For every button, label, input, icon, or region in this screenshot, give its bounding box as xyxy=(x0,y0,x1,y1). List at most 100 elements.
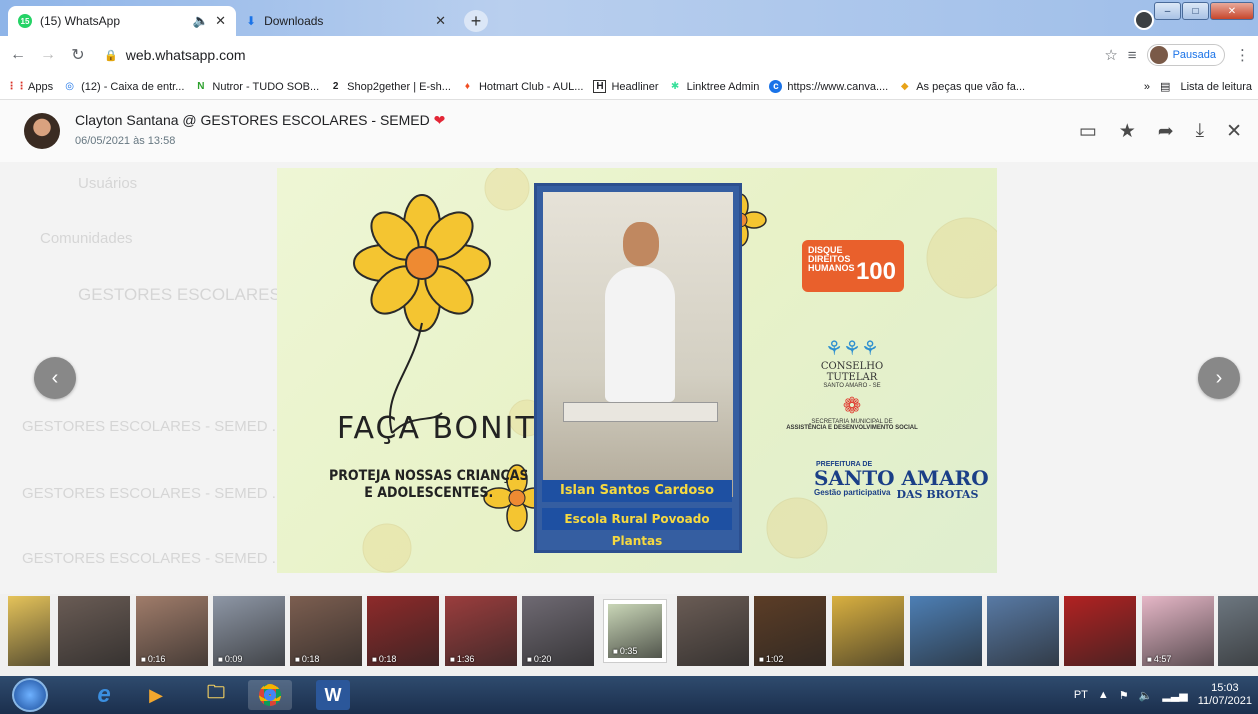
star-icon[interactable]: ★ xyxy=(1119,120,1136,143)
bookmark-pieces[interactable]: ◆ As peças que vão fa... xyxy=(898,80,1025,93)
big-flower xyxy=(353,194,491,434)
thumbnail[interactable] xyxy=(8,596,50,666)
maximize-button[interactable]: □ xyxy=(1182,2,1209,20)
video-duration: 4:57 xyxy=(1147,654,1172,664)
ghost-text: GESTORES ESCOLARES - ... xyxy=(78,285,311,304)
bookmark-headliner[interactable]: H Headliner xyxy=(593,80,659,93)
bookmark-hotmart[interactable]: ♦ Hotmart Club - AUL... xyxy=(461,80,584,93)
close-tab-icon[interactable]: ✕ xyxy=(215,13,226,29)
ghost-text: GESTORES ESCOLARES - SEMED ... xyxy=(22,550,285,567)
next-media-button[interactable]: › xyxy=(1198,357,1240,399)
thumbnail[interactable]: 0:16 xyxy=(136,596,208,666)
reload-icon[interactable]: ↻ xyxy=(66,45,90,65)
go-to-message-icon[interactable]: ▭ xyxy=(1079,120,1097,143)
avatar[interactable] xyxy=(24,113,60,149)
bookmark-linktree[interactable]: ✱ Linktree Admin xyxy=(669,80,759,93)
bookmark-inbox[interactable]: ◎ (12) - Caixa de entr... xyxy=(63,80,184,93)
show-hidden-icons-icon[interactable]: ▲ xyxy=(1098,689,1109,701)
chrome-icon[interactable] xyxy=(248,680,292,710)
video-duration: 0:16 xyxy=(141,654,166,664)
thumbnail[interactable]: 0:09 xyxy=(213,596,285,666)
city-label: SANTO AMARO xyxy=(814,466,989,490)
address-bar[interactable]: web.whatsapp.com xyxy=(126,47,246,63)
reading-list-button[interactable]: Lista de leitura xyxy=(1180,81,1252,93)
conselho-tutelar-logo: ⚘⚘⚘ CONSELHO TUTELAR SANTO AMARO - SE xyxy=(797,336,907,389)
close-icon[interactable]: ✕ xyxy=(1226,120,1242,143)
inbox-icon: ◎ xyxy=(65,81,74,92)
tab-whatsapp[interactable]: 15 (15) WhatsApp 🔈 ✕ xyxy=(8,6,236,36)
das-brotas-label: DAS BROTAS xyxy=(896,488,979,501)
pieces-icon: ◆ xyxy=(900,81,909,92)
thumbnail[interactable] xyxy=(58,596,130,666)
thumbnail[interactable]: 0:18 xyxy=(290,596,362,666)
sender-name: Clayton Santana @ GESTORES ESCOLARES - S… xyxy=(75,112,445,129)
volume-icon[interactable]: 🔈 xyxy=(1139,689,1153,702)
start-button[interactable] xyxy=(12,678,48,712)
lock-icon[interactable]: 🔒 xyxy=(104,49,118,62)
clock[interactable]: 15:03 11/07/2021 xyxy=(1198,682,1252,708)
shop2gether-icon: 2 xyxy=(332,81,339,92)
language-indicator[interactable]: PT xyxy=(1074,689,1088,701)
video-duration: 1:02 xyxy=(759,654,784,664)
message-timestamp: 06/05/2021 às 13:58 xyxy=(75,135,176,147)
download-icon[interactable]: ⤓ xyxy=(1196,120,1204,143)
video-duration: 0:35 xyxy=(613,646,638,656)
thumbnail[interactable]: 0:18 xyxy=(367,596,439,666)
thumbnail[interactable] xyxy=(832,596,904,666)
tab-title: Downloads xyxy=(264,14,324,28)
thumbnail[interactable] xyxy=(987,596,1059,666)
thumbnail[interactable] xyxy=(910,596,982,666)
internet-explorer-icon[interactable]: e xyxy=(82,680,126,710)
thumbnail[interactable]: 0:20 xyxy=(522,596,594,666)
bookmark-apps[interactable]: ⋮⋮ Apps xyxy=(7,80,54,93)
menu-kebab-icon[interactable]: ⋮ xyxy=(1235,46,1250,64)
close-window-button[interactable]: ✕ xyxy=(1210,2,1254,20)
bookmark-shop2gether[interactable]: 2 Shop2gether | E-sh... xyxy=(329,80,451,93)
thumbnail[interactable] xyxy=(677,596,749,666)
back-arrow-icon[interactable]: ← xyxy=(6,46,30,64)
school-name: Escola Rural Povoado Plantas xyxy=(542,508,732,548)
tab-downloads[interactable]: ⬇ Downloads ✕ xyxy=(236,6,456,36)
media-image: FAÇA BONITO PROTEJA NOSSAS CRIANÇAS E AD… xyxy=(277,168,997,573)
conselho-icon: ⚘⚘⚘ xyxy=(825,338,879,360)
bookmark-canva[interactable]: c https://www.canva.... xyxy=(769,80,888,93)
word-icon[interactable]: W xyxy=(316,680,350,710)
browser-tab-strip: 15 (15) WhatsApp 🔈 ✕ ⬇ Downloads ✕ + – □… xyxy=(0,0,1258,36)
video-duration: 0:18 xyxy=(295,654,320,664)
profile-button[interactable]: Pausada xyxy=(1146,44,1225,66)
video-duration: 1:36 xyxy=(450,654,475,664)
browser-toolbar: ← → ↻ 🔒 web.whatsapp.com ☆ ≡ Pausada ⋮ xyxy=(0,36,1258,74)
new-tab-button[interactable]: + xyxy=(464,10,488,32)
nutror-icon: N xyxy=(197,81,205,92)
linktree-icon: ✱ xyxy=(670,81,680,92)
thumbnail-selected[interactable]: 0:35 xyxy=(604,600,666,662)
forward-icon[interactable]: ➦ xyxy=(1158,120,1174,143)
student-name: Islan Santos Cardoso xyxy=(542,480,732,502)
thumbnail[interactable]: 1:02 xyxy=(754,596,826,666)
disque-number: 100 xyxy=(855,258,896,285)
reading-list-icon: ▤ xyxy=(1160,81,1171,93)
bookmarks-overflow-button[interactable]: » xyxy=(1144,81,1150,93)
previous-media-button[interactable]: ‹ xyxy=(34,357,76,399)
star-bookmark-icon[interactable]: ☆ xyxy=(1104,46,1117,64)
action-center-icon[interactable]: ⚑ xyxy=(1119,689,1129,702)
conselho-label: CONSELHO TUTELAR xyxy=(820,361,884,383)
thumbnail[interactable]: 4:57 xyxy=(1142,596,1214,666)
media-player-icon[interactable]: ▶ xyxy=(134,680,178,710)
forward-arrow-icon[interactable]: → xyxy=(36,46,60,64)
thumbnail[interactable] xyxy=(1064,596,1136,666)
bookmark-nutror[interactable]: N Nutror - TUDO SOB... xyxy=(194,80,319,93)
windows-taskbar: e ▶ 🗀 W PT ▲ ⚑ 🔈 ▂▃▅ 15:03 11/07/2021 xyxy=(0,676,1258,714)
close-tab-icon[interactable]: ✕ xyxy=(435,13,446,29)
secretaria-label-2: ASSISTÊNCIA E DESENVOLVIMENTO SOCIAL xyxy=(786,425,918,431)
thumbnail[interactable] xyxy=(1218,596,1258,666)
window-controls: – □ ✕ xyxy=(1154,2,1254,20)
thumbnail[interactable]: 1:36 xyxy=(445,596,517,666)
reading-queue-icon[interactable]: ≡ xyxy=(1128,47,1137,64)
tab-audio-icon[interactable]: 🔈 xyxy=(193,13,209,29)
minimize-button[interactable]: – xyxy=(1154,2,1181,20)
network-signal-icon[interactable]: ▂▃▅ xyxy=(1162,689,1187,702)
chrome-profile-icon[interactable] xyxy=(1134,10,1154,30)
file-explorer-icon[interactable]: 🗀 xyxy=(194,680,238,710)
conselho-sub: SANTO AMARO - SE xyxy=(823,383,881,389)
